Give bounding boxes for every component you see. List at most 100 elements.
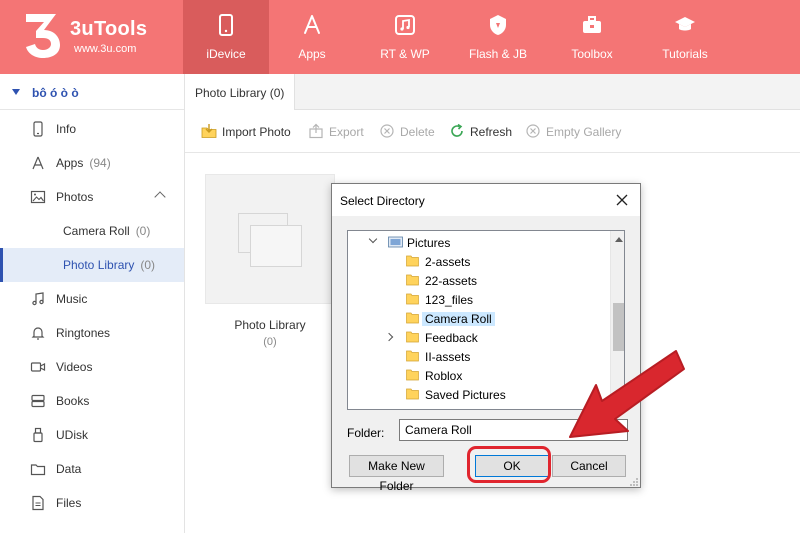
tree-item[interactable]: 123_files [348,290,610,309]
device-name: bô ó ò ò [32,86,79,100]
nav-toolbox[interactable]: Toolbox [549,0,635,74]
album-placeholder-icon [250,225,302,267]
album-count: (0) [263,336,277,348]
pictures-folder-icon [388,236,403,248]
import-folder-icon [201,124,217,138]
apps-outline-icon [32,156,44,170]
sidebar-item-apps[interactable]: Apps (94) [0,146,184,180]
sidebar-item-label: Info [56,122,77,136]
device-selector[interactable]: bô ó ò ò [0,74,184,110]
sidebar-item-label: Data [56,462,82,476]
nav-apps[interactable]: Apps [269,0,355,74]
nav-tutorials[interactable]: Tutorials [642,0,728,74]
sidebar-item-info[interactable]: Info [0,112,184,146]
folder-icon [406,350,419,362]
sidebar-item-photos[interactable]: Photos [0,180,184,214]
sidebar-item-books[interactable]: Books [0,384,184,418]
phone-outline-icon [33,121,43,137]
app-logo[interactable]: 3uTools www.3u.com [22,10,182,64]
refresh-icon [451,123,463,137]
sidebar-item-ringtones[interactable]: Ringtones [0,316,184,350]
nav-label: Tutorials [662,47,708,61]
nav-rt-wp[interactable]: RT & WP [362,0,448,74]
expand-right-icon[interactable] [384,332,394,342]
sidebar-item-music[interactable]: Music [0,282,184,316]
resize-grip-icon[interactable] [629,477,639,487]
usb-drive-icon [33,427,43,443]
dialog-title: Select Directory [340,194,425,208]
scroll-up-icon[interactable] [615,237,623,242]
sidebar-item-label: Videos [56,360,93,374]
sidebar-item-udisk[interactable]: UDisk [0,418,184,452]
folder-outline-icon [30,464,46,476]
sidebar-item-label: Files [56,496,82,510]
cancel-button[interactable]: Cancel [552,455,626,477]
tree-item[interactable]: 2-assets [348,252,610,271]
app-url: www.3u.com [74,43,137,55]
file-icon [32,495,44,511]
top-bar: 3uTools www.3u.com iDevice Apps RT & WP … [0,0,800,74]
sidebar-item-label: Music [56,292,88,306]
sidebar-item-photo-library[interactable]: Photo Library (0) [0,248,184,282]
logo-mark-icon [26,14,60,58]
make-new-folder-button[interactable]: Make New Folder [349,455,444,493]
video-camera-icon [30,362,46,372]
sidebar-item-label: Photo Library (0) [63,258,156,272]
folder-icon [406,331,419,343]
bell-icon [31,327,45,340]
folder-icon [406,312,419,324]
album-title: Photo Library [234,318,306,332]
nav-label: RT & WP [380,47,430,61]
ok-highlight-ring [467,446,551,483]
book-icon [31,394,45,408]
dialog-titlebar: Select Directory [332,184,640,216]
music-note-icon [32,292,44,306]
caret-down-icon [12,89,20,95]
sidebar-item-label: Apps (94) [56,156,111,170]
folder-label: Folder: [347,426,385,440]
close-icon[interactable] [612,190,632,210]
tab-bar: Photo Library (0) [185,74,800,110]
sidebar-item-count: (0) [140,258,156,272]
empty-icon [526,124,540,138]
folder-icon [406,274,419,286]
sidebar: bô ó ò ò Info Apps (94) Photos Camera Rol… [0,74,185,533]
phone-icon [219,14,233,36]
tree-item-camera-roll[interactable]: Camera Roll [348,309,610,328]
nav-flash-jb[interactable]: Flash & JB [455,0,541,74]
album-thumbnail[interactable] [205,174,335,304]
app-window: 3uTools www.3u.com iDevice Apps RT & WP … [0,0,800,533]
tree-item[interactable]: 22-assets [348,271,610,290]
chevron-up-icon[interactable] [154,191,166,203]
nav-label: Apps [298,47,326,61]
sidebar-item-files[interactable]: Files [0,486,184,520]
sidebar-item-count: (94) [89,156,111,170]
nav-label: Flash & JB [468,47,528,61]
folder-icon [406,255,419,267]
nav-label: iDevice [206,47,246,61]
sidebar-item-count: (0) [135,224,151,238]
expand-down-icon[interactable] [368,234,378,244]
red-arrow-annotation-icon [569,350,685,438]
sidebar-item-camera-roll[interactable]: Camera Roll (0) [0,214,184,248]
sidebar-item-data[interactable]: Data [0,452,184,486]
sidebar-item-label: Photos [56,190,94,204]
delete-icon [380,124,394,138]
folder-icon [406,293,419,305]
toolbox-icon [583,16,601,33]
image-icon [30,190,46,204]
tab-photo-library[interactable]: Photo Library (0) [185,74,296,110]
folder-icon [406,388,419,400]
sidebar-item-label: Camera Roll (0) [63,224,151,238]
nav-label: Toolbox [571,47,613,61]
tree-item-pictures[interactable]: Pictures [348,233,610,252]
graduation-cap-icon [675,17,695,31]
sidebar-item-label: Books [56,394,90,408]
sidebar-item-videos[interactable]: Videos [0,350,184,384]
apps-icon [304,15,320,34]
folder-icon [406,369,419,381]
shield-icon [490,15,506,35]
sidebar-item-label: Ringtones [56,326,111,340]
nav-idevice[interactable]: iDevice [183,0,269,74]
sidebar-item-label: UDisk [56,428,88,442]
